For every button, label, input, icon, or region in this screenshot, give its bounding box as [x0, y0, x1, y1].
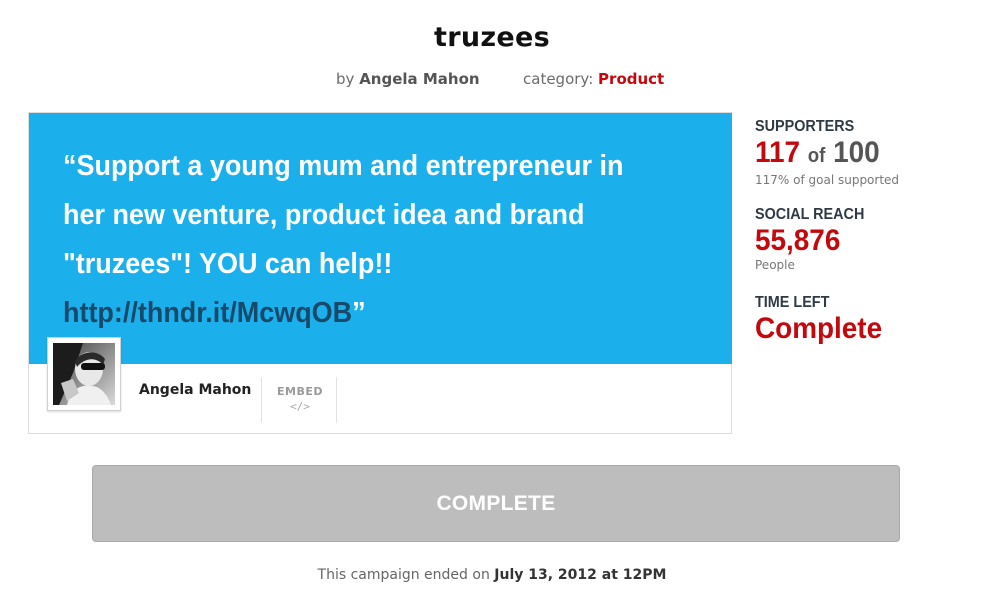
time-left-value: Complete — [755, 312, 883, 345]
supporters-stat: SUPPORTERS 117 of 100 117% of goal suppo… — [755, 118, 899, 187]
category-line: category: Product — [523, 70, 664, 88]
quote-link[interactable]: http://thndr.it/McwqOB — [63, 297, 352, 329]
campaign-ended-note: This campaign ended on July 13, 2012 at … — [0, 567, 984, 583]
avatar[interactable] — [47, 337, 121, 411]
author-byline: by Angela Mahon — [336, 70, 480, 88]
embed-label: EMBED — [277, 385, 323, 398]
quote-open-mark: “ — [63, 150, 77, 182]
supporters-value: 117 of 100 — [755, 136, 889, 173]
supporters-sub: 117% of goal supported — [755, 173, 900, 187]
supporters-of: of — [807, 145, 826, 167]
social-reach-label: SOCIAL REACH — [755, 206, 865, 223]
divider — [261, 377, 262, 423]
divider — [336, 377, 337, 423]
time-left-stat: TIME LEFT Complete — [755, 294, 892, 346]
supporters-label: SUPPORTERS — [755, 118, 855, 135]
time-left-label: TIME LEFT — [755, 294, 830, 311]
ended-date: July 13, 2012 at 12PM — [494, 567, 667, 583]
social-reach-value: 55,876 — [755, 224, 841, 257]
by-prefix: by — [336, 70, 355, 88]
category-link[interactable]: Product — [598, 70, 664, 88]
supporters-goal: 100 — [833, 136, 880, 169]
code-icon: </> — [290, 400, 310, 413]
campaign-quote: “Support a young mum and entrepreneur in… — [63, 142, 658, 338]
quote-box: “Support a young mum and entrepreneur in… — [29, 113, 732, 364]
ended-prefix: This campaign ended on — [317, 567, 490, 583]
social-reach-sub: People — [755, 258, 795, 272]
supporters-count: 117 — [755, 136, 801, 169]
complete-button[interactable]: COMPLETE — [92, 465, 900, 542]
embed-button[interactable]: EMBED </> — [263, 385, 337, 413]
avatar-photo — [53, 343, 115, 405]
campaign-card: “Support a young mum and entrepreneur in… — [28, 112, 732, 434]
author-link[interactable]: Angela Mahon — [359, 70, 479, 88]
card-author-name[interactable]: Angela Mahon — [139, 382, 251, 398]
campaign-title: truzees — [434, 22, 550, 53]
social-reach-stat: SOCIAL REACH 55,876 People — [755, 206, 877, 272]
category-prefix: category: — [523, 70, 594, 88]
quote-text: Support a young mum and entrepreneur in … — [63, 150, 624, 280]
quote-close-mark: ” — [352, 297, 366, 329]
